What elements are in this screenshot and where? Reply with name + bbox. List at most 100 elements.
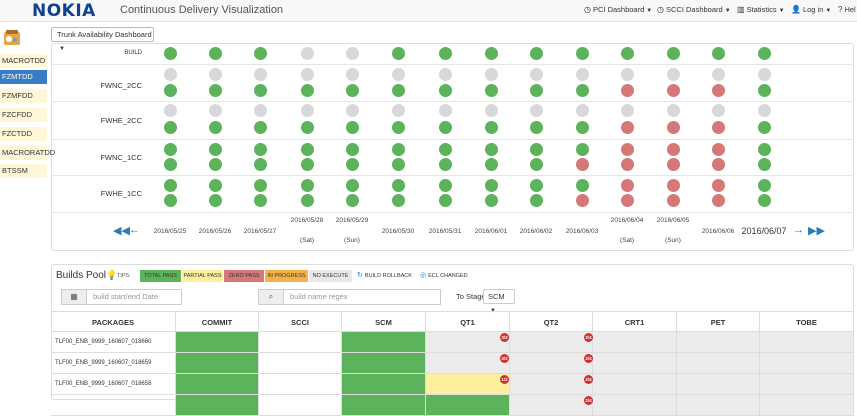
stage-status-cell[interactable]	[510, 332, 593, 353]
status-dot[interactable]	[439, 84, 452, 97]
column-header-pet[interactable]: PET	[677, 311, 760, 332]
status-dot[interactable]	[346, 158, 359, 171]
stage-status-cell[interactable]	[259, 395, 342, 416]
status-dot[interactable]	[712, 104, 725, 117]
status-dot[interactable]	[485, 84, 498, 97]
status-dot[interactable]	[621, 179, 634, 192]
status-dot[interactable]	[346, 84, 359, 97]
status-dot[interactable]	[392, 121, 405, 134]
stage-status-cell[interactable]	[593, 395, 677, 416]
status-dot[interactable]	[439, 68, 452, 81]
status-dot[interactable]	[254, 121, 267, 134]
status-dot[interactable]	[301, 104, 314, 117]
status-dot[interactable]	[439, 158, 452, 171]
status-dot[interactable]	[209, 47, 222, 60]
status-dot[interactable]	[712, 84, 725, 97]
status-dot[interactable]	[667, 158, 680, 171]
status-dot[interactable]	[392, 47, 405, 60]
status-dot[interactable]	[758, 84, 771, 97]
status-dot[interactable]	[301, 179, 314, 192]
prev-arrow-icon[interactable]: ←	[129, 224, 140, 236]
status-dot[interactable]	[164, 158, 177, 171]
status-dot[interactable]	[301, 158, 314, 171]
stage-status-cell[interactable]	[677, 353, 760, 374]
status-dot[interactable]	[621, 84, 634, 97]
status-dot[interactable]	[346, 47, 359, 60]
status-dot[interactable]	[576, 68, 589, 81]
stage-status-cell[interactable]	[760, 395, 854, 416]
stage-select[interactable]: SCM ▼	[483, 289, 515, 314]
status-dot[interactable]	[530, 68, 543, 81]
status-dot[interactable]	[254, 143, 267, 156]
last-page-icon[interactable]: ▶▶	[808, 224, 825, 237]
status-dot[interactable]	[758, 104, 771, 117]
status-dot[interactable]	[712, 121, 725, 134]
column-header-qt1[interactable]: QT1	[426, 311, 510, 332]
stage-status-cell[interactable]	[677, 395, 760, 416]
status-dot[interactable]	[439, 104, 452, 117]
status-dot[interactable]	[392, 143, 405, 156]
stage-status-cell[interactable]	[677, 374, 760, 395]
status-dot[interactable]	[254, 158, 267, 171]
status-dot[interactable]	[576, 179, 589, 192]
status-dot[interactable]	[758, 158, 771, 171]
sidebar-item-fzctdd[interactable]: FZCTDD	[0, 127, 47, 141]
package-name-cell[interactable]: TLF00_ENB_9999_160607_018660	[51, 332, 176, 353]
column-header-packages[interactable]: PACKAGES	[51, 311, 176, 332]
status-dot[interactable]	[209, 68, 222, 81]
status-dot[interactable]	[530, 143, 543, 156]
nav-login[interactable]: 👤 Log in ▼	[791, 5, 831, 14]
status-dot[interactable]	[254, 104, 267, 117]
status-dot[interactable]	[576, 158, 589, 171]
status-dot[interactable]	[621, 68, 634, 81]
stage-status-cell[interactable]	[342, 374, 426, 395]
stage-status-cell[interactable]	[259, 332, 342, 353]
status-dot[interactable]	[301, 143, 314, 156]
sidebar-item-fzmtdd[interactable]: FZMTDD	[0, 70, 47, 84]
package-name-cell[interactable]: TLF00_ENB_9999_160607_018659	[51, 353, 176, 374]
status-dot[interactable]	[621, 194, 634, 207]
stage-status-cell[interactable]	[510, 374, 593, 395]
stage-status-cell[interactable]	[426, 395, 510, 416]
stage-status-cell[interactable]	[176, 395, 259, 416]
status-dot[interactable]	[439, 194, 452, 207]
status-dot[interactable]	[621, 143, 634, 156]
status-dot[interactable]	[621, 158, 634, 171]
nav-statistics[interactable]: ▥ Statistics ▼	[737, 5, 785, 14]
status-dot[interactable]	[164, 194, 177, 207]
stage-status-cell[interactable]	[176, 353, 259, 374]
search-icon[interactable]: ⌕	[258, 289, 284, 305]
status-dot[interactable]	[209, 179, 222, 192]
status-dot[interactable]	[530, 84, 543, 97]
stage-status-cell[interactable]	[176, 374, 259, 395]
stage-status-cell[interactable]	[510, 353, 593, 374]
status-dot[interactable]	[439, 121, 452, 134]
status-dot[interactable]	[485, 194, 498, 207]
status-dot[interactable]	[346, 68, 359, 81]
package-name-cell[interactable]	[51, 395, 176, 416]
status-dot[interactable]	[392, 179, 405, 192]
stage-status-cell[interactable]	[342, 353, 426, 374]
package-name-cell[interactable]: TLF00_ENB_9999_160607_018658	[51, 374, 176, 395]
status-dot[interactable]	[301, 68, 314, 81]
status-dot[interactable]	[209, 121, 222, 134]
status-dot[interactable]	[530, 179, 543, 192]
stage-status-cell[interactable]	[593, 353, 677, 374]
status-dot[interactable]	[530, 47, 543, 60]
status-dot[interactable]	[209, 84, 222, 97]
status-dot[interactable]	[667, 84, 680, 97]
status-dot[interactable]	[254, 84, 267, 97]
status-dot[interactable]	[254, 47, 267, 60]
status-dot[interactable]	[576, 84, 589, 97]
status-dot[interactable]	[209, 104, 222, 117]
status-dot[interactable]	[576, 143, 589, 156]
column-header-commit[interactable]: COMMIT	[176, 311, 259, 332]
brand-logo[interactable]: NOKIA	[32, 1, 96, 21]
status-dot[interactable]	[301, 47, 314, 60]
stage-status-cell[interactable]	[426, 332, 510, 353]
build-name-search-input[interactable]: build name regex	[284, 289, 441, 305]
nav-help[interactable]: ? Hel	[838, 5, 856, 14]
sidebar-item-fzmfdd[interactable]: FZMFDD	[0, 89, 47, 103]
status-dot[interactable]	[254, 179, 267, 192]
status-dot[interactable]	[164, 104, 177, 117]
